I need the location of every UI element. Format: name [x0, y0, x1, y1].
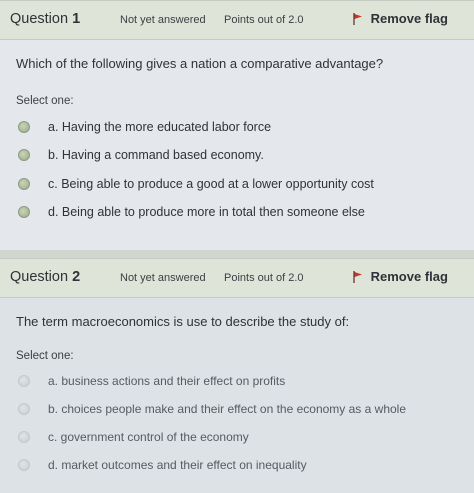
question-1-state: Not yet answered	[120, 14, 206, 26]
option-label: a. business actions and their effect on …	[48, 374, 286, 388]
question-divider	[0, 250, 474, 258]
option-label: c. government control of the economy	[48, 430, 249, 444]
option-label: d. market outcomes and their effect on i…	[48, 458, 307, 472]
radio-button[interactable]	[18, 403, 30, 415]
question-1-points: Points out of 2.0	[224, 14, 304, 26]
radio-button[interactable]	[18, 431, 30, 443]
flag-icon	[353, 271, 363, 283]
remove-flag-button[interactable]: Remove flag	[353, 11, 448, 26]
question-2-select-label: Select one:	[16, 350, 74, 362]
option-label: b. Having a command based economy.	[48, 148, 264, 162]
question-number: 1	[72, 11, 81, 27]
question-1-text: Which of the following gives a nation a …	[16, 56, 384, 71]
option-label: b. choices people make and their effect …	[48, 402, 407, 416]
question-title-prefix: Question	[10, 269, 69, 285]
option-label: a. Having the more educated labor force	[48, 120, 272, 134]
option-label: d. Being able to produce more in total t…	[48, 205, 365, 219]
question-1-body: Which of the following gives a nation a …	[0, 40, 474, 250]
remove-flag-button[interactable]: Remove flag	[353, 269, 448, 284]
radio-button[interactable]	[18, 459, 30, 471]
question-2-header: Question 2 Not yet answered Points out o…	[0, 258, 474, 298]
question-2-title: Question 2	[10, 269, 80, 285]
question-1-title: Question 1	[10, 11, 80, 27]
radio-button[interactable]	[18, 178, 30, 190]
radio-button[interactable]	[18, 121, 30, 133]
question-title-prefix: Question	[10, 11, 69, 27]
remove-flag-label: Remove flag	[370, 11, 448, 26]
flag-icon	[353, 13, 363, 25]
radio-button[interactable]	[18, 149, 30, 161]
question-2-points: Points out of 2.0	[224, 272, 304, 284]
question-2-body: The term macroeconomics is use to descri…	[0, 298, 474, 493]
radio-button[interactable]	[18, 206, 30, 218]
question-number: 2	[72, 269, 81, 285]
option-label: c. Being able to produce a good at a low…	[48, 177, 374, 191]
question-2-text: The term macroeconomics is use to descri…	[16, 314, 350, 329]
remove-flag-label: Remove flag	[370, 269, 448, 284]
question-2-state: Not yet answered	[120, 272, 206, 284]
question-1-header: Question 1 Not yet answered Points out o…	[0, 0, 474, 40]
question-1-select-label: Select one:	[16, 95, 74, 107]
radio-button[interactable]	[18, 375, 30, 387]
